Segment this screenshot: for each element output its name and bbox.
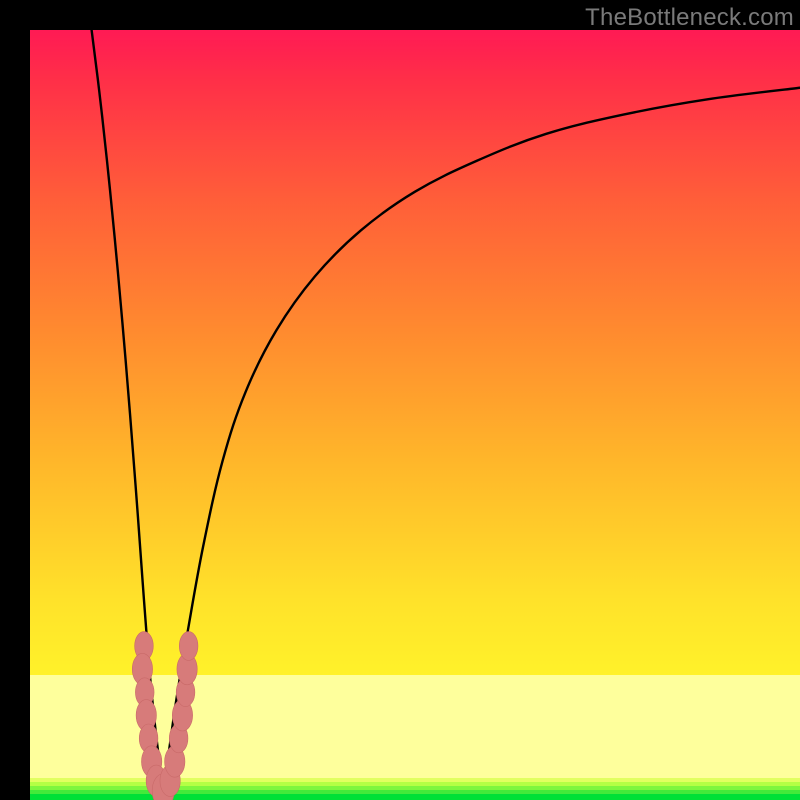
chart-svg [30,30,800,800]
cluster-markers [132,632,198,800]
chart-frame: TheBottleneck.com [0,0,800,800]
curve-left [92,30,164,792]
watermark-text: TheBottleneck.com [585,4,794,32]
plot-area [30,30,800,800]
curve-right [163,88,800,793]
cluster-marker [179,632,198,661]
